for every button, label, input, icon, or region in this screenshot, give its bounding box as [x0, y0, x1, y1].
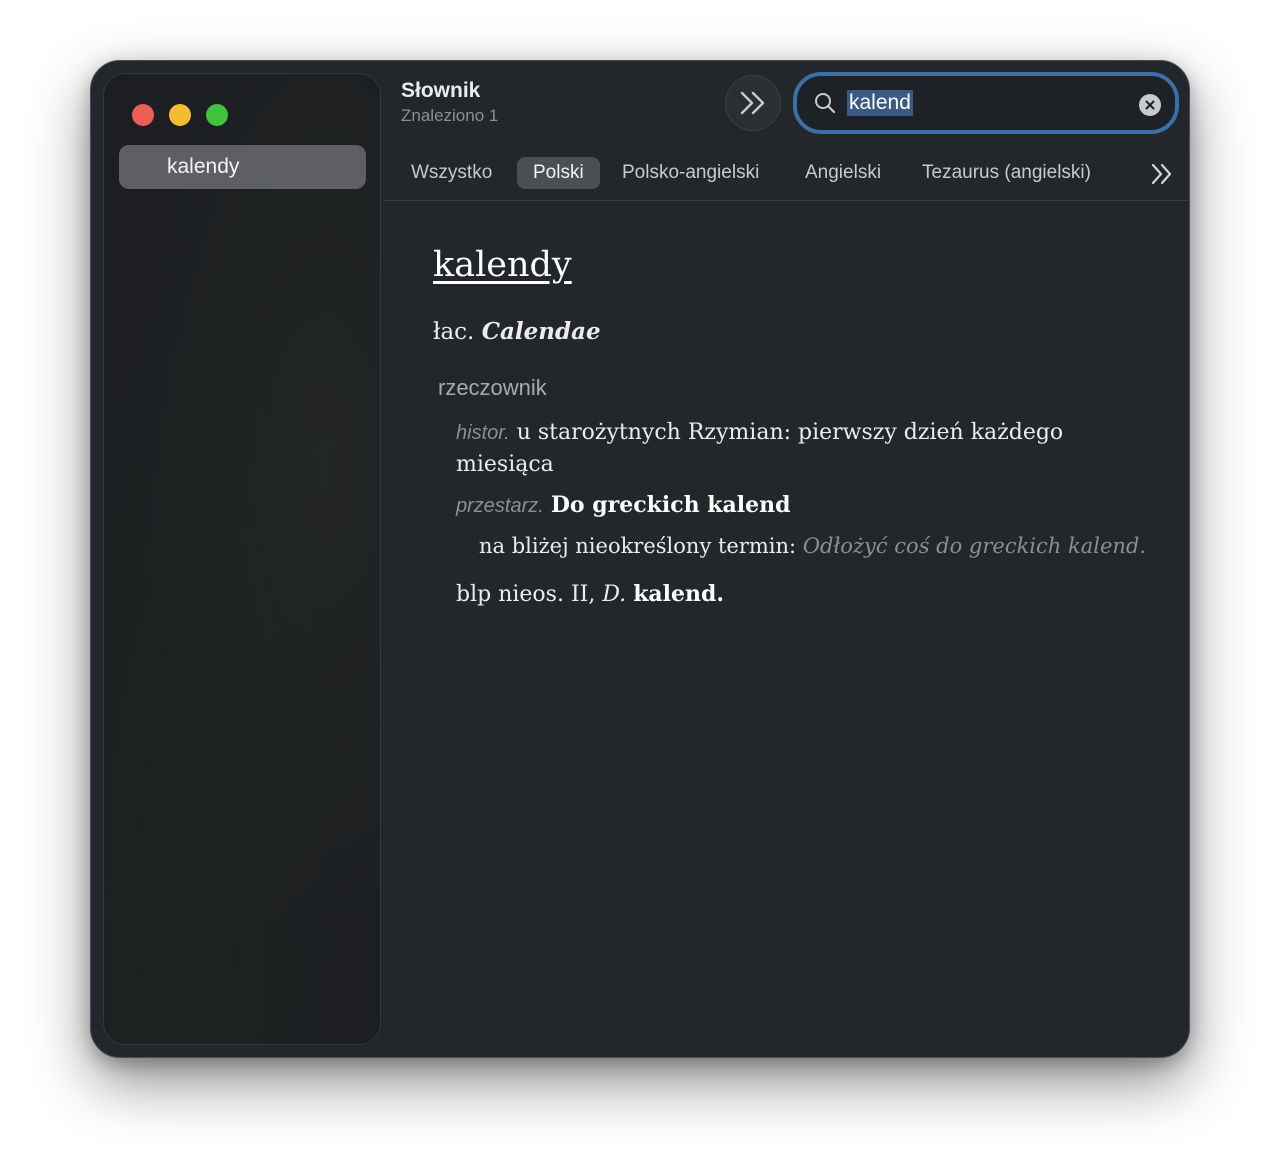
- etymology-word: Calendae: [481, 318, 601, 345]
- grammar-text: blp nieos. II,: [456, 582, 596, 607]
- part-of-speech: rzeczownik: [438, 375, 547, 400]
- grammar-case: D.: [602, 582, 627, 607]
- definition-2: przestarz. Do greckich kalend: [456, 492, 790, 518]
- grammar-form: kalend.: [633, 581, 725, 607]
- usage-label: histor.: [456, 422, 510, 444]
- grammar-info: blp nieos. II, D. kalend.: [456, 581, 724, 607]
- usage-label: przestarz.: [456, 495, 544, 517]
- sidebar-item-kalendy[interactable]: kalendy: [119, 145, 366, 189]
- sidebar-item-label: kalendy: [167, 155, 240, 178]
- phrase: Do greckich kalend: [550, 492, 791, 518]
- etymology-prefix: łac.: [433, 319, 475, 345]
- maximize-window-icon[interactable]: [206, 104, 228, 126]
- phrase-definition: na bliżej nieokreślony termin: Odłożyć c…: [479, 534, 1146, 558]
- etymology: łac. Calendae: [433, 318, 601, 345]
- headword: kalendy: [433, 245, 572, 285]
- dictionary-window: kalendy Słownik Znaleziono 1 kalend Wszy…: [90, 60, 1190, 1058]
- definition-text: u starożytnych Rzymian: pierwszy dzień k…: [456, 420, 1064, 477]
- phrase-meaning: na bliżej nieokreślony termin:: [479, 534, 797, 558]
- definition-1: histor. u starożytnych Rzymian: pierwszy…: [456, 417, 1096, 481]
- minimize-window-icon[interactable]: [169, 104, 191, 126]
- close-window-icon[interactable]: [132, 104, 154, 126]
- entry-content: kalendy łac. Calendae rzeczownik histor.…: [91, 61, 1189, 1057]
- example-sentence: Odłożyć coś do greckich kalend.: [802, 534, 1147, 558]
